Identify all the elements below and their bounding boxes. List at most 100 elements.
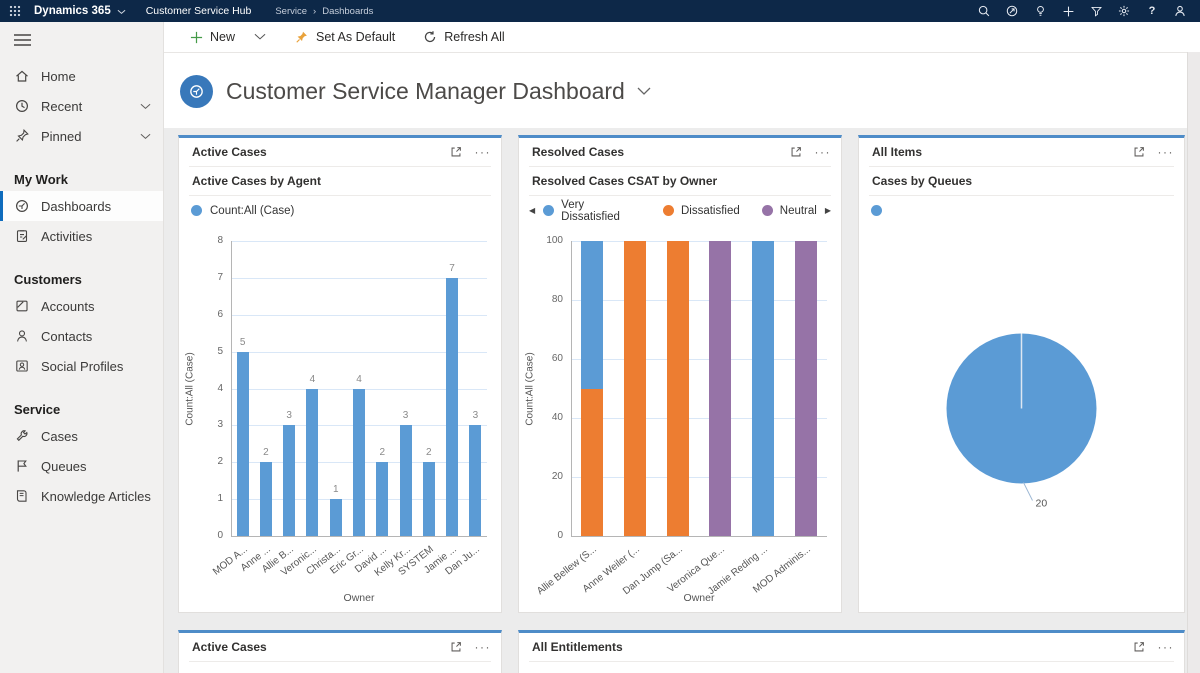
- search-icon[interactable]: [972, 0, 996, 22]
- legend-dot: [663, 205, 674, 216]
- expand-icon[interactable]: [447, 638, 465, 656]
- sidebar-item-label: Queues: [41, 459, 153, 474]
- main-content: New Set As Default Refresh All: [163, 22, 1200, 673]
- hamburger-menu-icon[interactable]: [0, 22, 163, 53]
- brand-dynamics365[interactable]: Dynamics 365: [34, 5, 111, 17]
- stacked-bar-chart-resolved-cases-csat[interactable]: Count:All (Case)020406080100Allie Bellew…: [519, 225, 841, 612]
- legend-label: Count:All (Case): [210, 205, 294, 217]
- filter-funnel-icon[interactable]: [1084, 0, 1108, 22]
- sidebar-item-activities[interactable]: Activities: [0, 221, 163, 251]
- sidebar-item-recent[interactable]: Recent: [0, 91, 163, 121]
- breadcrumb-section[interactable]: Service: [275, 6, 307, 17]
- sidebar-item-label: Pinned: [41, 129, 129, 144]
- legend-dot: [191, 205, 202, 216]
- queues-flag-icon: [14, 458, 30, 474]
- expand-icon[interactable]: [1130, 143, 1148, 161]
- expand-icon[interactable]: [787, 143, 805, 161]
- set-as-default-button[interactable]: Set As Default: [284, 22, 406, 52]
- dashboards-gauge-icon: [14, 198, 30, 214]
- chart-title: Cases by Queues: [859, 167, 1184, 195]
- contacts-person-icon: [14, 328, 30, 344]
- legend-label: Very Dissatisfied: [561, 199, 641, 223]
- user-account-icon[interactable]: [1168, 0, 1192, 22]
- app-name-label: Customer Service Hub: [146, 5, 252, 17]
- sidebar-section-customers: Customers: [0, 267, 163, 291]
- pie-chart-cases-by-queues[interactable]: 20: [859, 225, 1184, 612]
- sidebar-item-label: Cases: [41, 429, 153, 444]
- quick-create-plus-icon[interactable]: [1056, 0, 1080, 22]
- legend-dot: [762, 205, 773, 216]
- dashboard-canvas: Active Cases ··· Active Cases by Agent C…: [163, 128, 1200, 673]
- svg-text:20: 20: [1036, 498, 1048, 510]
- site-map-sidebar: Home Recent Pinned My Work Dashb: [0, 22, 164, 673]
- chart-legend: Count:All (Case): [179, 196, 501, 225]
- new-split-chevron-icon[interactable]: [246, 33, 274, 41]
- brand-chevron-down-icon[interactable]: [117, 9, 126, 15]
- sidebar-item-dashboards[interactable]: Dashboards: [0, 191, 163, 221]
- sidebar-item-label: Contacts: [41, 329, 153, 344]
- sidebar-section-my-work: My Work: [0, 167, 163, 191]
- pin-icon: [14, 128, 30, 144]
- accounts-icon: [14, 298, 30, 314]
- more-options-icon[interactable]: ···: [815, 146, 832, 158]
- more-options-icon[interactable]: ···: [1158, 146, 1175, 158]
- bar-chart-active-cases-by-agent[interactable]: Count:All (Case)0123456785MOD A...2Anne …: [179, 225, 501, 612]
- sidebar-item-label: Knowledge Articles: [41, 489, 153, 504]
- sidebar-item-cases[interactable]: Cases: [0, 421, 163, 451]
- expand-icon[interactable]: [447, 143, 465, 161]
- waffle-menu-icon[interactable]: [0, 0, 30, 22]
- legend-dot: [871, 205, 882, 216]
- card-resolved-cases: Resolved Cases ··· Resolved Cases CSAT b…: [518, 135, 842, 613]
- dashboard-selector-chevron-icon[interactable]: [637, 87, 651, 96]
- insights-lightbulb-icon[interactable]: [1028, 0, 1052, 22]
- chart-title: Resolved Cases CSAT by Owner: [519, 167, 841, 195]
- settings-gear-icon[interactable]: [1112, 0, 1136, 22]
- chart-legend: [859, 196, 1184, 225]
- card-title: All Items: [872, 145, 1130, 159]
- new-button[interactable]: New: [179, 22, 246, 52]
- dynamics365-app-window: Dynamics 365 Customer Service Hub Servic…: [0, 0, 1200, 673]
- sidebar-section-service: Service: [0, 397, 163, 421]
- set-as-default-label: Set As Default: [316, 30, 395, 44]
- guided-help-compass-icon[interactable]: [1000, 0, 1024, 22]
- sidebar-item-home[interactable]: Home: [0, 61, 163, 91]
- dashboard-title-bar: Customer Service Manager Dashboard: [163, 53, 1200, 129]
- sidebar-item-pinned[interactable]: Pinned: [0, 121, 163, 151]
- refresh-all-label: Refresh All: [444, 30, 504, 44]
- legend-item-neutral: Neutral: [762, 205, 817, 217]
- more-options-icon[interactable]: ···: [475, 641, 492, 653]
- expand-icon[interactable]: [1130, 638, 1148, 656]
- sidebar-item-contacts[interactable]: Contacts: [0, 321, 163, 351]
- chevron-down-icon[interactable]: [140, 133, 151, 140]
- sidebar-item-knowledge-articles[interactable]: Knowledge Articles: [0, 481, 163, 511]
- topbar-icon-group: ?: [972, 0, 1200, 22]
- card-title: Active Cases: [192, 145, 447, 159]
- legend-dot: [543, 205, 554, 216]
- legend-next-arrow-icon[interactable]: ▶: [825, 206, 831, 215]
- card-all-entitlements: All Entitlements ···: [518, 630, 1185, 673]
- legend-prev-arrow-icon[interactable]: ◀: [529, 206, 535, 215]
- breadcrumb-page[interactable]: Dashboards: [322, 6, 373, 17]
- more-options-icon[interactable]: ···: [1158, 641, 1175, 653]
- cases-wrench-icon: [14, 428, 30, 444]
- sidebar-item-label: Recent: [41, 99, 129, 114]
- sidebar-item-social-profiles[interactable]: Social Profiles: [0, 351, 163, 381]
- card-title: Resolved Cases: [532, 145, 787, 159]
- legend-label: Dissatisfied: [681, 205, 740, 217]
- legend-label: Neutral: [780, 205, 817, 217]
- plus-icon: [190, 31, 203, 44]
- vertical-scrollbar[interactable]: [1187, 52, 1200, 673]
- new-button-label: New: [210, 30, 235, 44]
- refresh-all-button[interactable]: Refresh All: [412, 22, 515, 52]
- chart-title: Active Cases by Agent: [179, 167, 501, 195]
- help-icon[interactable]: ?: [1140, 0, 1164, 22]
- sidebar-item-queues[interactable]: Queues: [0, 451, 163, 481]
- clock-icon: [14, 98, 30, 114]
- command-bar: New Set As Default Refresh All: [163, 22, 1200, 53]
- card-active-cases-bottom: Active Cases ···: [178, 630, 502, 673]
- breadcrumb: Service › Dashboards: [275, 6, 373, 17]
- card-body: [179, 662, 501, 673]
- sidebar-item-accounts[interactable]: Accounts: [0, 291, 163, 321]
- more-options-icon[interactable]: ···: [475, 146, 492, 158]
- chevron-down-icon[interactable]: [140, 103, 151, 110]
